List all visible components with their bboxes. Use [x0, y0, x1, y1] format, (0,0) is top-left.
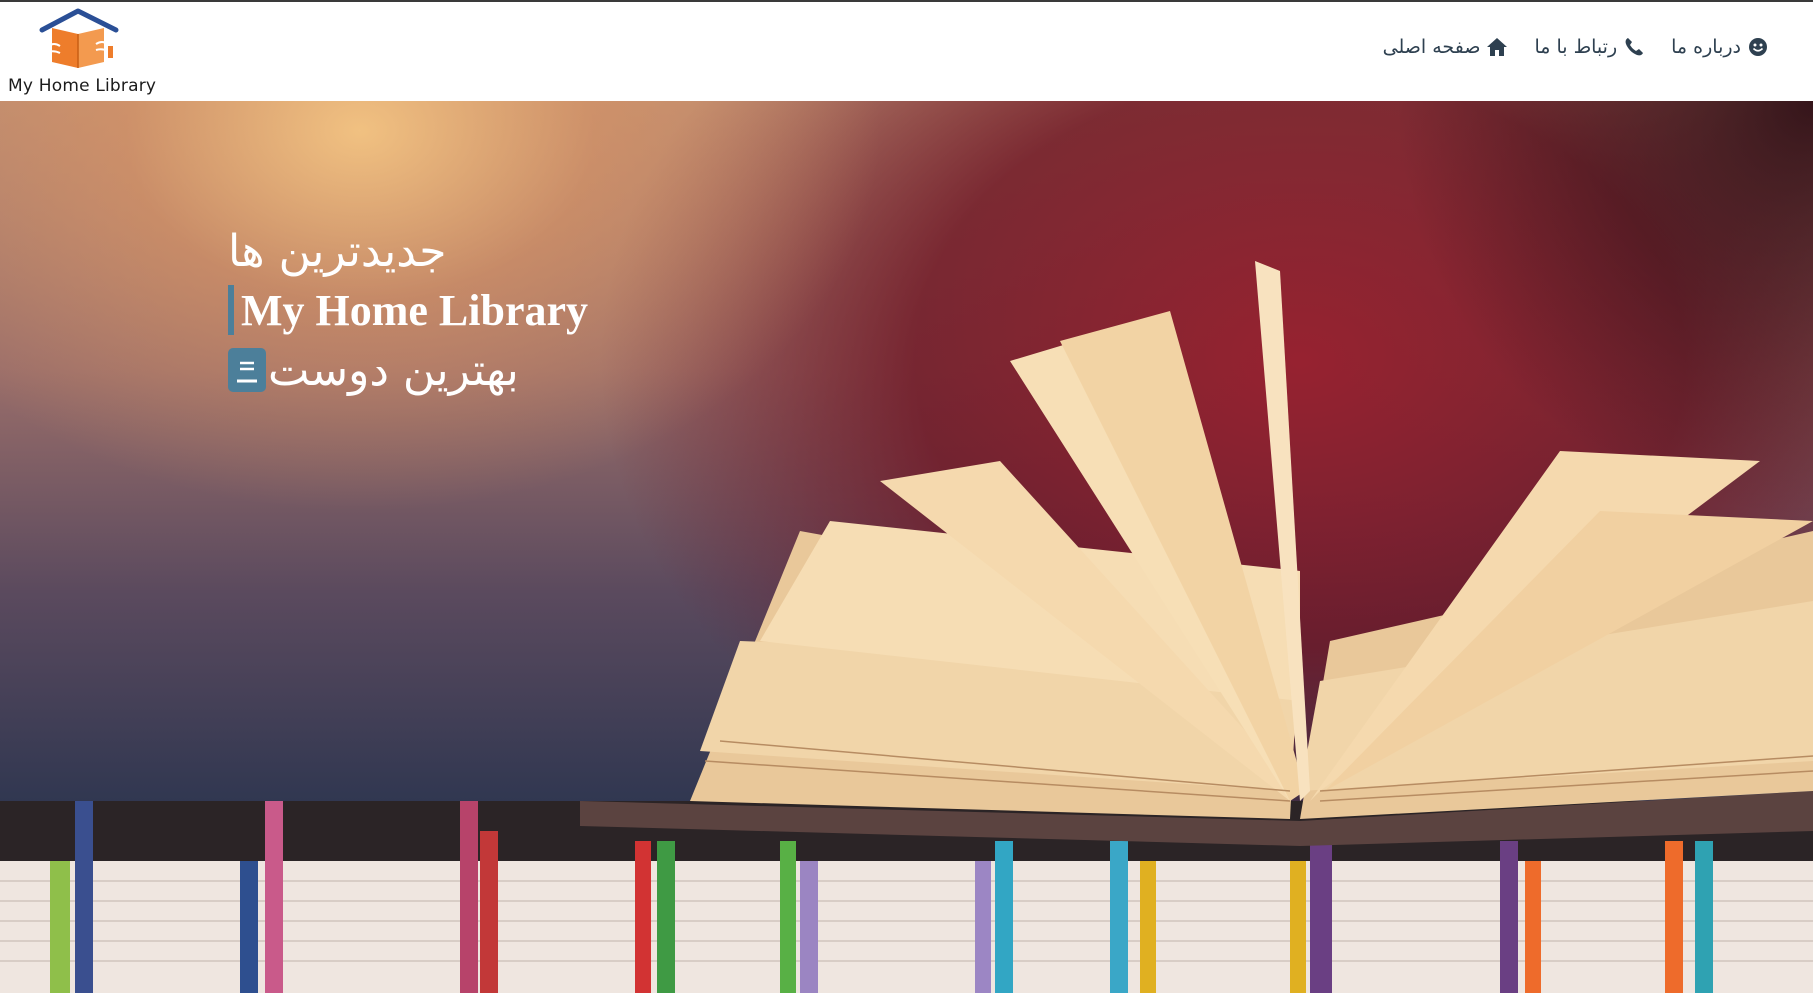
hero-banner: جدیدترین ها My Home Library بهترین دوست	[0, 101, 1813, 993]
main-nav: صفحه اصلی رتباط با ما درباره ما	[1383, 32, 1769, 62]
site-logo[interactable]: My Home Library	[6, 8, 156, 100]
nav-item-contact-label: رتباط با ما	[1534, 36, 1618, 58]
hero-tagline: بهترین دوست	[228, 344, 519, 396]
house-book-icon	[39, 8, 119, 68]
nav-item-about[interactable]: درباره ما	[1671, 36, 1769, 58]
hero-tagline-text: بهترین دوست	[268, 344, 519, 396]
typing-caret	[228, 285, 234, 335]
smile-icon	[1747, 36, 1769, 58]
book-icon	[228, 348, 266, 392]
navbar: My Home Library صفحه اصلی رتباط با ما در…	[0, 2, 1813, 101]
logo-text: My Home Library	[8, 76, 157, 96]
nav-item-home-label: صفحه اصلی	[1382, 36, 1481, 58]
hero-title-text: My Home Library	[241, 285, 589, 335]
hero-typed-title: My Home Library	[228, 284, 588, 336]
hero-heading-newest: جدیدترین ها	[228, 226, 447, 277]
home-icon	[1486, 36, 1508, 58]
phone-icon	[1623, 36, 1645, 58]
nav-item-contact[interactable]: رتباط با ما	[1534, 36, 1645, 58]
nav-item-home[interactable]: صفحه اصلی	[1383, 36, 1509, 58]
nav-item-about-label: درباره ما	[1671, 36, 1741, 58]
